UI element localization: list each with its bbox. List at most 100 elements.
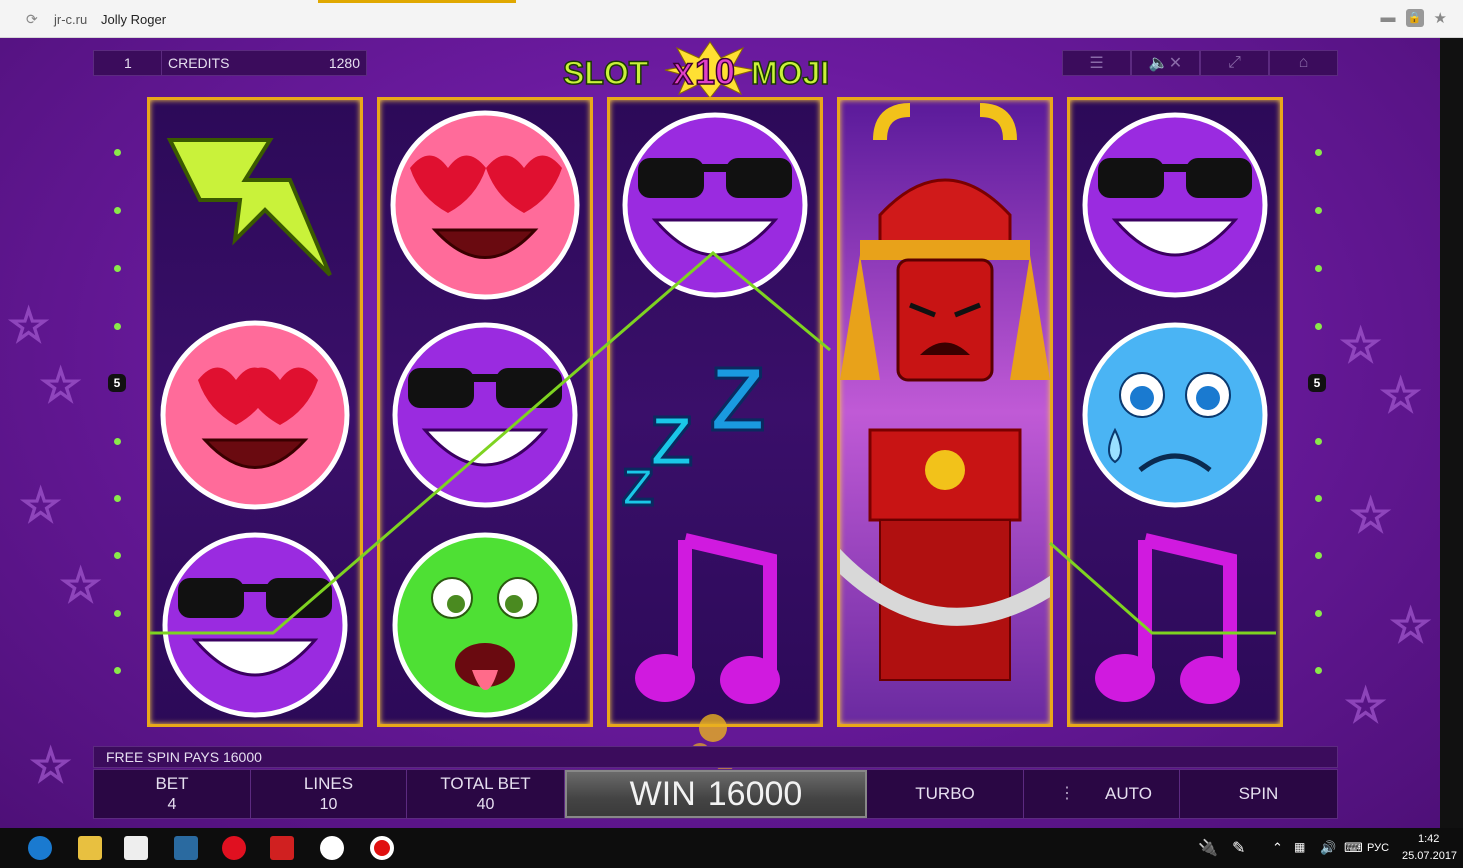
- home-icon: ⌂: [1298, 54, 1309, 71]
- line-number-left: 5: [108, 374, 126, 392]
- spin-button[interactable]: SPIN: [1180, 770, 1337, 818]
- line-dot: [114, 552, 121, 559]
- sick-green-emoji-icon: [392, 532, 578, 718]
- reel-3: Z Z Z: [607, 97, 823, 727]
- comment-icon[interactable]: ▬: [1381, 9, 1396, 27]
- bg-star-icon: ☆: [1389, 598, 1432, 652]
- line-dot: [114, 265, 121, 272]
- network-icon[interactable]: ▦: [1294, 840, 1305, 854]
- clock-date[interactable]: 25.07.2017: [1402, 850, 1457, 862]
- edge-icon[interactable]: [28, 836, 52, 860]
- svg-text:Z: Z: [650, 402, 693, 480]
- line-dot: [1315, 323, 1322, 330]
- record-icon[interactable]: [370, 836, 394, 860]
- credits-panel: 1 CREDITS 1280: [93, 50, 367, 76]
- svg-text:Z: Z: [622, 459, 654, 517]
- control-bar: BET 4 LINES 10 TOTAL BET 40 WIN 16000 TU…: [93, 769, 1338, 819]
- bet-value: 4: [167, 796, 177, 813]
- keyboard-icon[interactable]: ⌨: [1344, 840, 1363, 856]
- reel-5: [1067, 97, 1283, 727]
- line-dot: [114, 323, 121, 330]
- store-icon[interactable]: [124, 836, 148, 860]
- tray-arrow-icon[interactable]: ⌃: [1272, 840, 1283, 856]
- bg-star-icon: ☆: [59, 558, 102, 612]
- file-explorer-icon[interactable]: [78, 836, 102, 860]
- auto-label: AUTO: [1105, 784, 1152, 803]
- music-note-icon: [1095, 533, 1240, 704]
- logo-slot-text: SLOT: [563, 55, 649, 91]
- win-display: WIN 16000: [565, 770, 867, 818]
- line-dot: [1315, 610, 1322, 617]
- win-label: WIN: [629, 774, 696, 813]
- logo-x-text: X: [673, 58, 693, 91]
- reel-4: [837, 97, 1053, 727]
- music-note-icon: [635, 533, 780, 704]
- bg-star-icon: ☆: [1349, 488, 1392, 542]
- menu-icon: ☰: [1089, 55, 1104, 72]
- bet-level: 1: [94, 51, 162, 75]
- heart-eyes-emoji-icon: [160, 320, 350, 510]
- line-dot: [114, 438, 121, 445]
- fullscreen-icon: ⤢: [1228, 54, 1241, 71]
- windows-taskbar: 🔌 ✎ ⌃ ▦ 🔊 ⌨ РУС 1:42 25.07.2017: [0, 828, 1463, 868]
- turbo-button[interactable]: TURBO: [867, 770, 1024, 818]
- power-icon[interactable]: 🔌: [1198, 838, 1218, 858]
- samurai-wild-icon: [840, 103, 1050, 681]
- total-bet-value: 40: [476, 796, 495, 813]
- yandex-browser-icon[interactable]: [320, 836, 344, 860]
- fullscreen-button[interactable]: ⤢: [1200, 50, 1269, 76]
- bg-star-icon: ☆: [19, 478, 62, 532]
- menu-button[interactable]: ☰: [1062, 50, 1131, 76]
- slot-game: ☆ ☆ ☆ ☆ ☆ ☆ ☆ ☆ ☆ ☆ 1 CREDITS 1280 SLOT …: [0, 38, 1440, 828]
- total-bet-display: TOTAL BET 40: [407, 770, 565, 818]
- cool-sunglasses-emoji-icon: [162, 532, 348, 718]
- turbo-label: TURBO: [915, 784, 975, 803]
- auto-options-icon[interactable]: ⋮: [1059, 786, 1075, 802]
- auto-button[interactable]: ⋮ AUTO: [1024, 770, 1180, 818]
- bookmark-star-icon[interactable]: ★: [1434, 9, 1447, 27]
- browser-toolbar: ⟳ jr-c.ru Jolly Roger ▬ 🔒 ★: [0, 0, 1463, 38]
- display-icon[interactable]: [174, 836, 198, 860]
- bg-star-icon: ☆: [39, 358, 82, 412]
- line-number-right: 5: [1308, 374, 1326, 392]
- svg-text:Z: Z: [710, 350, 765, 450]
- bet-control[interactable]: BET 4: [94, 770, 251, 818]
- line-dot: [114, 667, 121, 674]
- mute-icon: 🔈✕: [1148, 55, 1183, 72]
- bg-star-icon: ☆: [1379, 368, 1422, 422]
- credits-value: 1280: [328, 55, 360, 71]
- line-dot: [1315, 265, 1322, 272]
- yandex-icon[interactable]: [270, 836, 294, 860]
- cool-sunglasses-emoji-icon: [1082, 112, 1268, 298]
- notification-icon[interactable]: ✎: [1232, 838, 1245, 858]
- reload-icon[interactable]: ⟳: [26, 11, 38, 28]
- spin-label: SPIN: [1238, 784, 1279, 803]
- lines-value: 10: [319, 796, 338, 813]
- crying-blue-emoji-icon: [1082, 322, 1268, 508]
- win-value: 16000: [707, 774, 803, 813]
- game-logo: SLOT X 10 MOJI: [562, 41, 830, 98]
- mute-button[interactable]: 🔈✕: [1131, 50, 1200, 76]
- address-domain[interactable]: jr-c.ru: [54, 12, 87, 27]
- lines-label: LINES: [303, 774, 354, 793]
- bg-star-icon: ☆: [1344, 678, 1387, 732]
- lock-icon[interactable]: 🔒: [1405, 9, 1424, 27]
- lightning-symbol-icon: [166, 138, 332, 277]
- credits-label: CREDITS: [168, 55, 230, 71]
- top-controls: ☰ 🔈✕ ⤢ ⌂: [1062, 50, 1338, 76]
- bet-label: BET: [155, 774, 189, 793]
- logo-moji-text: MOJI: [751, 55, 829, 91]
- bg-star-icon: ☆: [7, 298, 50, 352]
- cool-sunglasses-emoji-icon: [392, 322, 578, 508]
- volume-icon[interactable]: 🔊: [1320, 840, 1336, 856]
- free-spin-message: FREE SPIN PAYS 16000: [93, 746, 1338, 768]
- sleep-zzz-icon: Z Z Z: [621, 349, 767, 519]
- language-indicator[interactable]: РУС: [1367, 842, 1389, 854]
- page-title: Jolly Roger: [101, 12, 167, 27]
- home-button[interactable]: ⌂: [1269, 50, 1338, 76]
- line-dot: [114, 495, 121, 502]
- opera-icon[interactable]: [222, 836, 246, 860]
- line-dot: [1315, 207, 1322, 214]
- clock-time[interactable]: 1:42: [1418, 833, 1439, 845]
- lines-control[interactable]: LINES 10: [251, 770, 407, 818]
